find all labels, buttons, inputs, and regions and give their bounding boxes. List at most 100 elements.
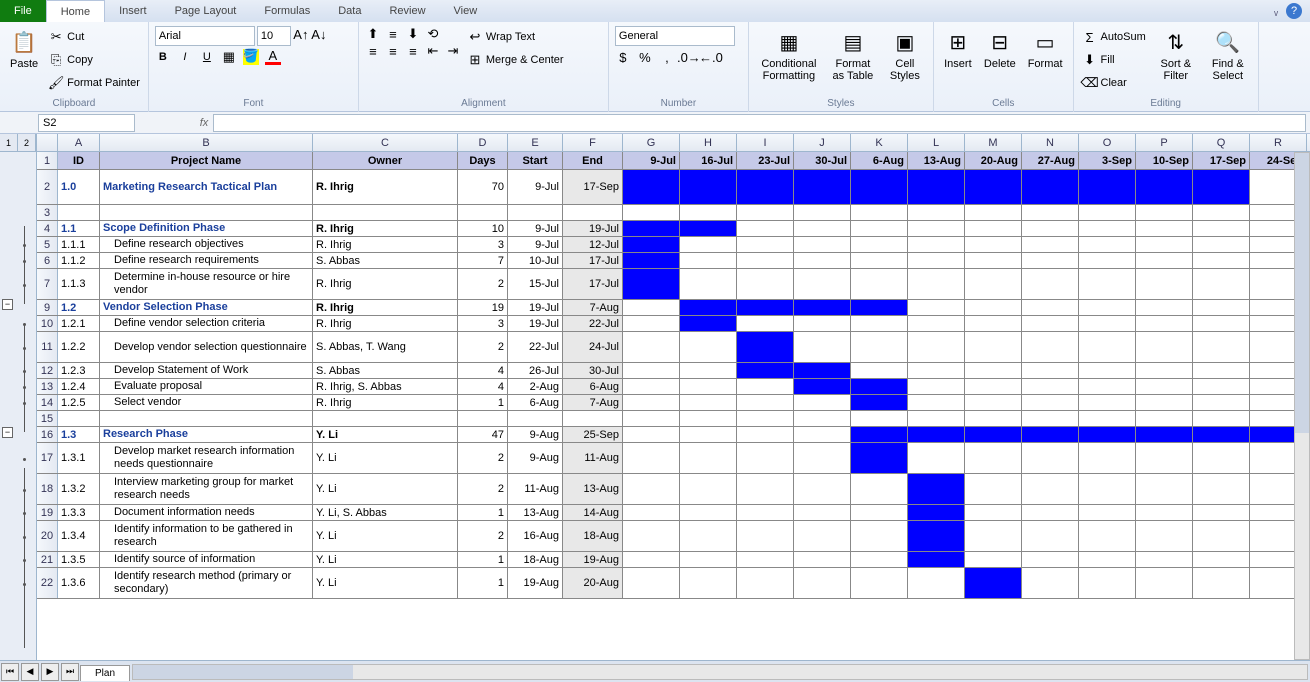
comma-icon[interactable]: , xyxy=(659,49,675,65)
cell-owner[interactable]: S. Abbas xyxy=(313,363,458,378)
inc-decimal-icon[interactable]: .0→ xyxy=(681,49,697,65)
decrease-font-icon[interactable]: A↓ xyxy=(311,26,327,42)
gantt-cell[interactable] xyxy=(1079,170,1136,204)
gantt-cell[interactable] xyxy=(1193,269,1250,299)
cell-days[interactable]: 2 xyxy=(458,474,508,504)
cell-owner[interactable]: R. Ihrig xyxy=(313,237,458,252)
gantt-cell[interactable] xyxy=(1079,521,1136,551)
cell-days[interactable]: 19 xyxy=(458,300,508,315)
gantt-cell[interactable] xyxy=(965,443,1022,473)
cell-end[interactable]: 6-Aug xyxy=(563,379,623,394)
cell-id[interactable]: 1.3.1 xyxy=(58,443,100,473)
gantt-cell[interactable] xyxy=(794,443,851,473)
cell-owner[interactable]: R. Ihrig xyxy=(313,395,458,410)
cell-name[interactable]: Marketing Research Tactical Plan xyxy=(100,170,313,204)
gantt-cell[interactable] xyxy=(794,300,851,315)
gantt-cell[interactable] xyxy=(737,253,794,268)
cell-name[interactable]: Scope Definition Phase xyxy=(100,221,313,236)
cell-end[interactable]: 14-Aug xyxy=(563,505,623,520)
header-date-8[interactable]: 3-Sep xyxy=(1079,152,1136,169)
gantt-cell[interactable] xyxy=(623,521,680,551)
col-header-E[interactable]: E xyxy=(508,134,563,151)
cell-end[interactable]: 17-Jul xyxy=(563,269,623,299)
cell-end[interactable]: 24-Jul xyxy=(563,332,623,362)
gantt-cell[interactable] xyxy=(1079,568,1136,598)
gantt-cell[interactable] xyxy=(851,395,908,410)
hscroll-thumb[interactable] xyxy=(133,665,353,679)
cell[interactable] xyxy=(58,205,100,220)
row-header-1[interactable]: 1 xyxy=(37,152,58,169)
format-painter-button[interactable]: 🖌Format Painter xyxy=(46,72,142,94)
cell-days[interactable]: 3 xyxy=(458,237,508,252)
gantt-cell[interactable] xyxy=(794,237,851,252)
gantt-cell[interactable] xyxy=(1193,363,1250,378)
cell[interactable] xyxy=(851,411,908,426)
header-date-4[interactable]: 6-Aug xyxy=(851,152,908,169)
gantt-cell[interactable] xyxy=(623,363,680,378)
gantt-cell[interactable] xyxy=(1193,253,1250,268)
cell[interactable] xyxy=(680,205,737,220)
last-sheet-button[interactable]: ⏭ xyxy=(61,663,79,681)
cell-owner[interactable]: R. Ihrig xyxy=(313,300,458,315)
minimize-ribbon-icon[interactable]: ᵥ xyxy=(1274,4,1278,18)
cell[interactable] xyxy=(908,205,965,220)
gantt-cell[interactable] xyxy=(1136,332,1193,362)
cell-end[interactable]: 11-Aug xyxy=(563,443,623,473)
gantt-cell[interactable] xyxy=(965,363,1022,378)
cell[interactable] xyxy=(1136,411,1193,426)
gantt-cell[interactable] xyxy=(680,379,737,394)
header-date-6[interactable]: 20-Aug xyxy=(965,152,1022,169)
cell[interactable] xyxy=(965,411,1022,426)
col-header-J[interactable]: J xyxy=(794,134,851,151)
gantt-cell[interactable] xyxy=(680,253,737,268)
cell[interactable] xyxy=(737,205,794,220)
gantt-cell[interactable] xyxy=(1193,300,1250,315)
gantt-cell[interactable] xyxy=(1136,474,1193,504)
cell-days[interactable]: 47 xyxy=(458,427,508,442)
cell-end[interactable]: 17-Sep xyxy=(563,170,623,204)
gantt-cell[interactable] xyxy=(965,379,1022,394)
paste-button[interactable]: 📋 Paste xyxy=(6,26,42,72)
gantt-cell[interactable] xyxy=(1022,253,1079,268)
cell-days[interactable]: 1 xyxy=(458,568,508,598)
cell[interactable] xyxy=(794,411,851,426)
gantt-cell[interactable] xyxy=(851,505,908,520)
header-date-10[interactable]: 17-Sep xyxy=(1193,152,1250,169)
cell[interactable] xyxy=(508,205,563,220)
cell-id[interactable]: 1.2.3 xyxy=(58,363,100,378)
gantt-cell[interactable] xyxy=(908,269,965,299)
row-header-7[interactable]: 7 xyxy=(37,269,58,299)
cell-start[interactable]: 9-Jul xyxy=(508,221,563,236)
gantt-cell[interactable] xyxy=(965,221,1022,236)
cell-end[interactable]: 22-Jul xyxy=(563,316,623,331)
gantt-cell[interactable] xyxy=(1022,568,1079,598)
cell-id[interactable]: 1.3.6 xyxy=(58,568,100,598)
indent-inc-icon[interactable]: ⇥ xyxy=(445,43,461,59)
col-header-I[interactable]: I xyxy=(737,134,794,151)
gantt-cell[interactable] xyxy=(680,443,737,473)
col-header-M[interactable]: M xyxy=(965,134,1022,151)
cell-start[interactable]: 19-Aug xyxy=(508,568,563,598)
header-end[interactable]: End xyxy=(563,152,623,169)
italic-button[interactable]: I xyxy=(177,49,193,65)
gantt-cell[interactable] xyxy=(1079,395,1136,410)
gantt-cell[interactable] xyxy=(1193,170,1250,204)
gantt-cell[interactable] xyxy=(1136,443,1193,473)
align-center-icon[interactable]: ≡ xyxy=(385,43,401,59)
gantt-cell[interactable] xyxy=(1022,395,1079,410)
row-header-9[interactable]: 9 xyxy=(37,300,58,315)
col-header-P[interactable]: P xyxy=(1136,134,1193,151)
cell-start[interactable]: 18-Aug xyxy=(508,552,563,567)
cell-name[interactable]: Define vendor selection criteria xyxy=(100,316,313,331)
gantt-cell[interactable] xyxy=(1193,316,1250,331)
cell[interactable] xyxy=(623,411,680,426)
header-date-9[interactable]: 10-Sep xyxy=(1136,152,1193,169)
gantt-cell[interactable] xyxy=(737,568,794,598)
sheet-tab-plan[interactable]: Plan xyxy=(80,665,130,681)
gantt-cell[interactable] xyxy=(1079,379,1136,394)
align-middle-icon[interactable]: ≡ xyxy=(385,26,401,42)
cell-owner[interactable]: Y. Li xyxy=(313,552,458,567)
cell-end[interactable]: 12-Jul xyxy=(563,237,623,252)
gantt-cell[interactable] xyxy=(1079,552,1136,567)
sort-filter-button[interactable]: ⇅Sort & Filter xyxy=(1152,26,1200,84)
